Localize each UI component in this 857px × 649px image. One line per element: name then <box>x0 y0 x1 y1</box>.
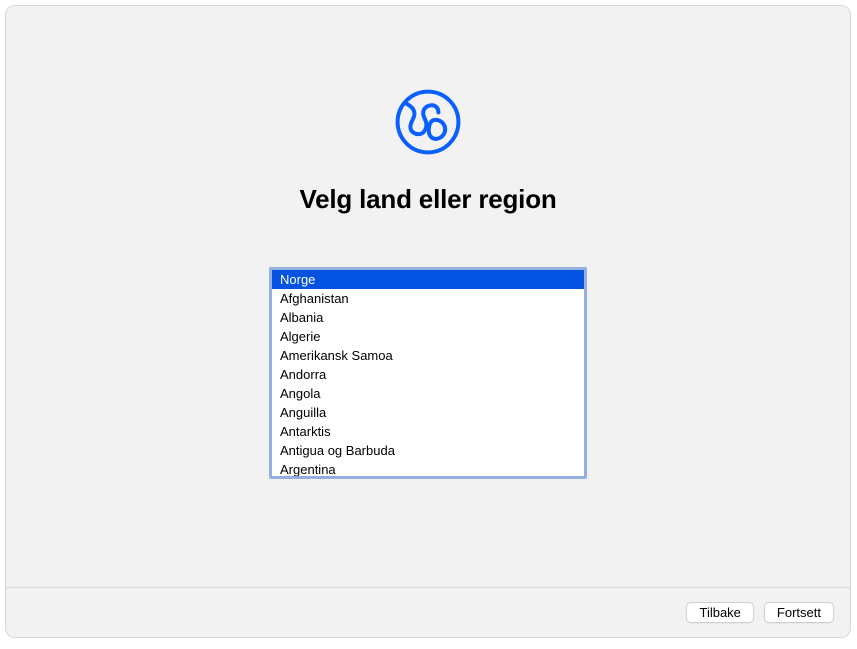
back-button[interactable]: Tilbake <box>686 602 753 623</box>
country-item[interactable]: Albania <box>272 308 584 327</box>
content-area: Velg land eller region NorgeAfghanistanA… <box>6 6 850 587</box>
country-item[interactable]: Norge <box>272 270 584 289</box>
country-item[interactable]: Anguilla <box>272 403 584 422</box>
continue-button[interactable]: Fortsett <box>764 602 834 623</box>
globe-icon <box>388 82 468 162</box>
country-item[interactable]: Amerikansk Samoa <box>272 346 584 365</box>
country-item[interactable]: Argentina <box>272 460 584 476</box>
country-item[interactable]: Antarktis <box>272 422 584 441</box>
country-item[interactable]: Andorra <box>272 365 584 384</box>
country-item[interactable]: Antigua og Barbuda <box>272 441 584 460</box>
country-item[interactable]: Algerie <box>272 327 584 346</box>
country-item[interactable]: Angola <box>272 384 584 403</box>
country-list[interactable]: NorgeAfghanistanAlbaniaAlgerieAmerikansk… <box>269 267 587 479</box>
setup-window: Velg land eller region NorgeAfghanistanA… <box>5 5 851 638</box>
country-item[interactable]: Afghanistan <box>272 289 584 308</box>
page-title: Velg land eller region <box>299 184 556 215</box>
footer-bar: Tilbake Fortsett <box>6 587 850 637</box>
